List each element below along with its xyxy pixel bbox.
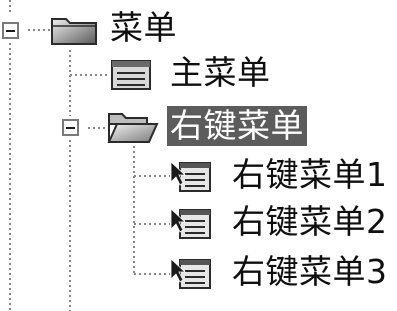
- collapse-toggle-root[interactable]: [2, 22, 19, 39]
- tree-node-label-root[interactable]: 菜单: [110, 8, 177, 48]
- context-menu-icon: [170, 207, 214, 245]
- tree-node-label-context-menu[interactable]: 右键菜单: [167, 106, 307, 146]
- tree-node-label-context-menu-1[interactable]: 右键菜单1: [232, 155, 388, 195]
- tree-node-label-main-menu[interactable]: 主菜单: [170, 53, 271, 93]
- context-menu-icon: [170, 257, 214, 295]
- context-menu-icon: [170, 160, 214, 198]
- tree-node-label-context-menu-2[interactable]: 右键菜单2: [232, 202, 388, 242]
- folder-open-icon: [107, 110, 159, 148]
- folder-closed-icon: [48, 304, 96, 311]
- menu-item-icon: [110, 59, 152, 95]
- tree-view: 菜单 主菜单 右键菜单 右键菜单1 右键菜单2 右键菜单3: [0, 0, 397, 311]
- tree-node-label-context-menu-3[interactable]: 右键菜单3: [232, 252, 388, 292]
- collapse-toggle-context-menu[interactable]: [62, 119, 79, 136]
- folder-closed-icon: [50, 14, 98, 50]
